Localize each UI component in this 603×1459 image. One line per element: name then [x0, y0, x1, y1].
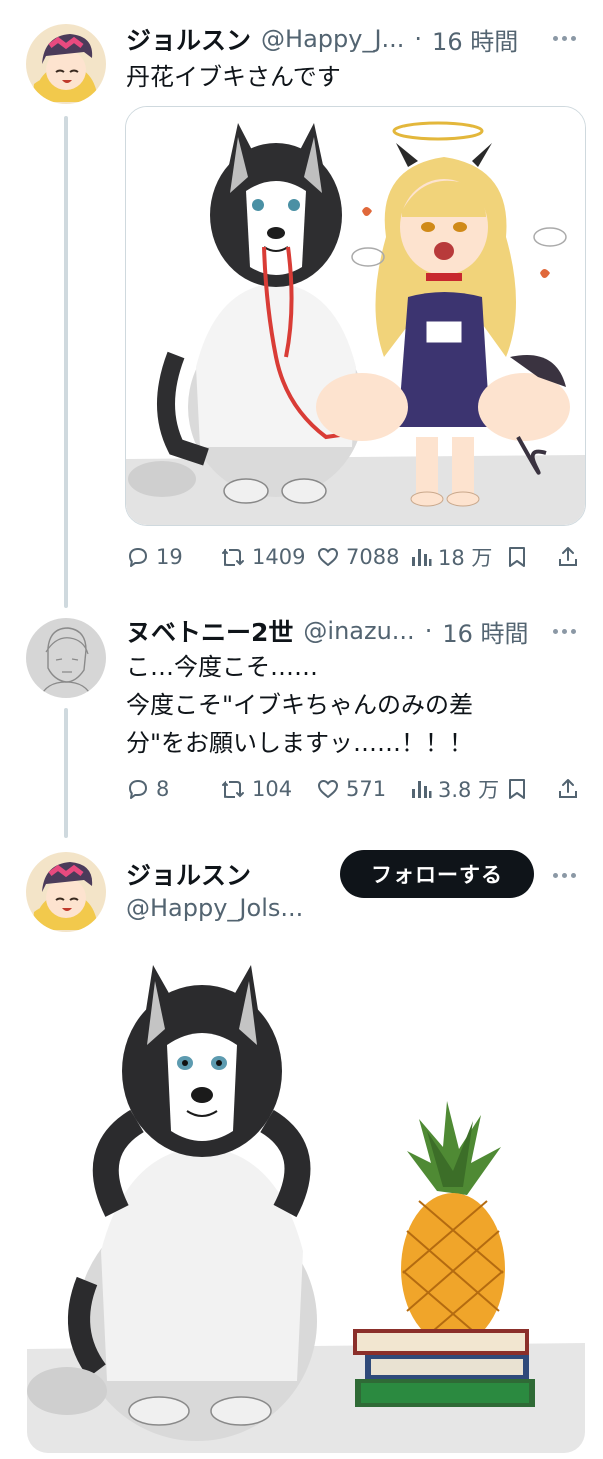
reply-icon	[129, 780, 147, 799]
thread-line	[64, 116, 68, 608]
reply-icon	[129, 548, 147, 567]
tweet-text: こ…今度こそ…… 今度こそ"イブキちゃんのみの差 分"をお願いしますッ……！！！	[126, 648, 473, 762]
tweet-3: ジョルスン @Happy_Jols...	[0, 830, 603, 1459]
handle[interactable]: @Happy_Jols...	[126, 894, 303, 922]
tweet-1-actions: 19 1409 7088 18 万	[126, 540, 582, 574]
retweet-icon	[222, 548, 244, 566]
share-button[interactable]	[556, 545, 580, 569]
timestamp[interactable]: 16 時間	[442, 614, 528, 649]
bookmark-icon	[509, 779, 525, 799]
views-count: 18 万	[438, 546, 493, 570]
retweet-count: 1409	[252, 545, 306, 569]
views-button[interactable]: 3.8 万	[410, 774, 499, 804]
more-icon[interactable]	[553, 629, 576, 634]
views-icon	[412, 549, 432, 566]
handle[interactable]: @inazu...	[303, 617, 414, 645]
like-icon	[318, 780, 338, 798]
retweet-button[interactable]: 1409	[220, 545, 305, 569]
reply-count: 19	[156, 545, 183, 569]
tweet-media-image[interactable]	[125, 106, 586, 526]
more-icon[interactable]	[553, 873, 576, 878]
like-button[interactable]: 7088	[316, 545, 399, 569]
retweet-count: 104	[252, 777, 293, 801]
retweet-icon	[222, 780, 244, 798]
tweet-2-actions: 8 104 571 3.8 万	[126, 772, 582, 806]
tweet-2: ヌベトニー2世 @inazu... · 16 時間 こ…今度こそ…… 今度こそ"…	[0, 600, 603, 830]
share-button[interactable]	[556, 777, 580, 801]
bookmark-button[interactable]	[506, 777, 528, 801]
tweet-media-image[interactable]	[26, 950, 586, 1454]
views-count: 3.8 万	[438, 778, 500, 802]
like-count: 571	[346, 777, 387, 801]
views-button[interactable]: 18 万	[410, 542, 492, 572]
more-icon[interactable]	[553, 36, 576, 41]
views-icon	[412, 781, 432, 798]
reply-count: 8	[156, 777, 170, 801]
retweet-button[interactable]: 104	[220, 777, 292, 801]
like-count: 7088	[346, 545, 400, 569]
avatar-jolsun[interactable]	[26, 852, 106, 932]
separator: ·	[414, 25, 423, 53]
tweet-text-line: こ…今度こそ……	[126, 653, 318, 681]
display-name[interactable]: ジョルスン	[126, 856, 251, 892]
tweet-text: 丹花イブキさんです	[126, 63, 341, 91]
display-name[interactable]: ジョルスン	[126, 21, 251, 57]
avatar-jolsun[interactable]	[26, 24, 106, 104]
reply-button[interactable]: 19	[126, 545, 183, 569]
bookmark-button[interactable]	[506, 545, 528, 569]
follow-button[interactable]: フォローする	[340, 850, 534, 898]
tweet-text-line: 分"をお願いしますッ……！！！	[126, 729, 474, 757]
avatar-nubetoni[interactable]	[26, 618, 106, 698]
display-name[interactable]: ヌベトニー2世	[126, 613, 293, 649]
share-icon	[559, 779, 577, 798]
tweet-text-line: 今度こそ"イブキちゃんのみの差	[126, 691, 474, 719]
timestamp[interactable]: 16 時間	[432, 22, 518, 57]
tweet-1: ジョルスン @Happy_J... · 16 時間 丹花イブキさんです 19 1…	[0, 0, 603, 600]
bookmark-icon	[509, 547, 525, 567]
like-button[interactable]: 571	[316, 777, 386, 801]
share-icon	[559, 547, 577, 566]
separator: ·	[424, 617, 433, 645]
handle[interactable]: @Happy_J...	[261, 25, 404, 53]
like-icon	[318, 548, 338, 566]
reply-button[interactable]: 8	[126, 777, 169, 801]
